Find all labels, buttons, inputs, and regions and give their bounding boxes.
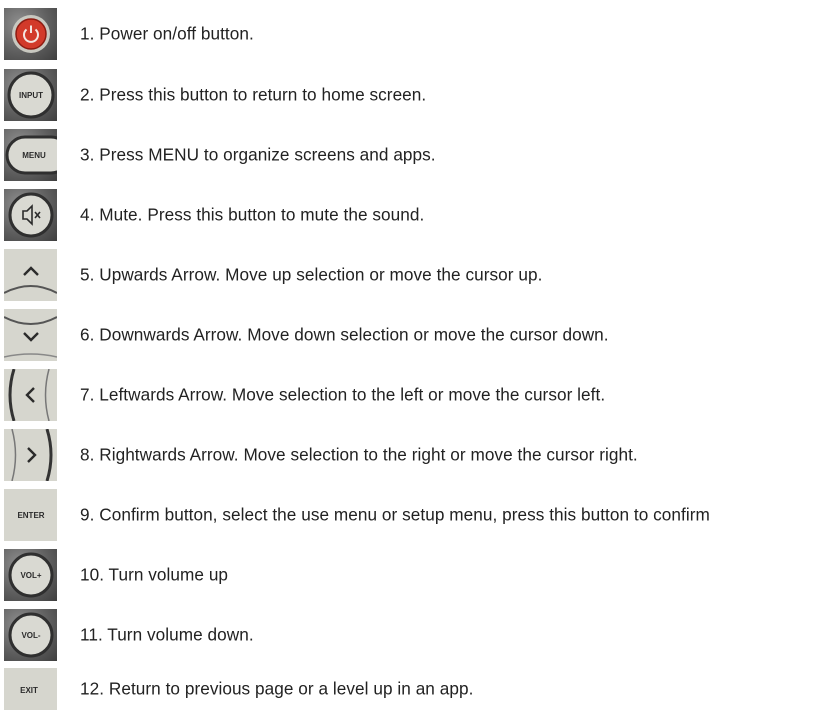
list-item-volume-down: VOL- 11. Turn volume down. xyxy=(0,609,821,661)
up-arrow-icon xyxy=(4,249,57,301)
list-item-menu: MENU 3. Press MENU to organize screens a… xyxy=(0,129,821,181)
list-item-label: 6. Downwards Arrow. Move down selection … xyxy=(80,324,609,345)
list-item-label: 7. Leftwards Arrow. Move selection to th… xyxy=(80,384,606,405)
list-item-exit: EXIT 12. Return to previous page or a le… xyxy=(0,668,821,710)
exit-button-icon: EXIT xyxy=(4,668,57,710)
list-item-power: 1. Power on/off button. xyxy=(0,8,821,60)
mute-icon xyxy=(4,189,57,241)
list-item-mute: 4. Mute. Press this button to mute the s… xyxy=(0,189,821,241)
list-item-enter: ENTER 9. Confirm button, select the use … xyxy=(0,489,821,541)
list-item-label: 3. Press MENU to organize screens and ap… xyxy=(80,144,436,165)
list-item-label: 2. Press this button to return to home s… xyxy=(80,84,427,105)
enter-button-icon: ENTER xyxy=(4,489,57,541)
right-arrow-icon xyxy=(4,429,57,481)
list-item-label: 4. Mute. Press this button to mute the s… xyxy=(80,204,425,225)
list-item-label: 10. Turn volume up xyxy=(80,564,229,585)
list-item-label: 11. Turn volume down. xyxy=(80,624,254,645)
list-item-up-arrow: 5. Upwards Arrow. Move up selection or m… xyxy=(0,249,821,301)
svg-text:VOL-: VOL- xyxy=(21,631,40,640)
left-arrow-icon xyxy=(4,369,57,421)
list-item-label: 1. Power on/off button. xyxy=(80,23,254,44)
list-item-label: 8. Rightwards Arrow. Move selection to t… xyxy=(80,444,638,465)
list-item-volume-up: VOL+ 10. Turn volume up xyxy=(0,549,821,601)
list-item-left-arrow: 7. Leftwards Arrow. Move selection to th… xyxy=(0,369,821,421)
svg-text:VOL+: VOL+ xyxy=(20,571,41,580)
list-item-label: 12. Return to previous page or a level u… xyxy=(80,678,474,699)
menu-button-icon: MENU xyxy=(4,129,57,181)
list-item-label: 5. Upwards Arrow. Move up selection or m… xyxy=(80,264,543,285)
list-item-input: INPUT 2. Press this button to return to … xyxy=(0,69,821,121)
volume-down-icon: VOL- xyxy=(4,609,57,661)
list-item-down-arrow: 6. Downwards Arrow. Move down selection … xyxy=(0,309,821,361)
input-button-icon: INPUT xyxy=(4,69,57,121)
svg-text:MENU: MENU xyxy=(22,151,46,160)
down-arrow-icon xyxy=(4,309,57,361)
svg-text:INPUT: INPUT xyxy=(19,91,43,100)
power-icon xyxy=(4,8,57,60)
svg-text:EXIT: EXIT xyxy=(20,686,38,695)
volume-up-icon: VOL+ xyxy=(4,549,57,601)
list-item-right-arrow: 8. Rightwards Arrow. Move selection to t… xyxy=(0,429,821,481)
svg-text:ENTER: ENTER xyxy=(17,511,44,520)
list-item-label: 9. Confirm button, select the use menu o… xyxy=(80,504,710,525)
